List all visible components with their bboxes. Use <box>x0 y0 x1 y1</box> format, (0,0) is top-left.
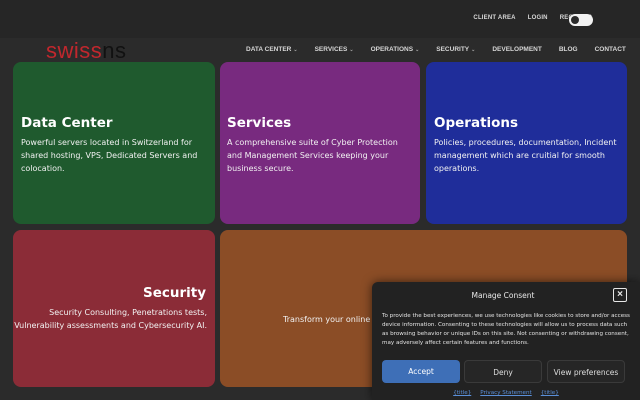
chevron-down-icon: ⌄ <box>415 47 420 53</box>
consent-dialog: Manage Consent × To provide the best exp… <box>372 282 640 400</box>
card-title: Operations <box>434 115 519 131</box>
nav-item-blog[interactable]: BLOG <box>559 46 578 53</box>
card-description: Policies, procedures, documentation, Inc… <box>434 138 617 173</box>
card-description: A comprehensive suite of Cyber Protectio… <box>227 138 398 173</box>
accept-button[interactable]: Accept <box>382 360 460 383</box>
chevron-down-icon: ⌄ <box>471 47 476 53</box>
card-title: Data Center <box>21 115 113 131</box>
deny-button[interactable]: Deny <box>464 360 542 383</box>
card-description: Security Consulting, Penetrations tests,… <box>14 308 207 330</box>
close-icon[interactable]: × <box>613 288 627 302</box>
main-nav: DATA CENTER ⌄ SERVICES ⌄ OPERATIONS ⌄ SECUR… <box>246 46 640 53</box>
card-security[interactable]: Security Security Consulting, Penetratio… <box>13 230 215 387</box>
nav-label: SERVICES <box>314 46 348 53</box>
consent-links: {title} Privacy Statement {title} <box>372 390 640 396</box>
login-link[interactable]: LOGIN <box>528 15 548 21</box>
card-title: Services <box>227 115 292 131</box>
chevron-down-icon: ⌄ <box>349 47 354 53</box>
logo-part-ns: ns <box>102 38 127 63</box>
chevron-down-icon: ⌄ <box>293 47 298 53</box>
card-services[interactable]: Services A comprehensive suite of Cyber … <box>220 62 420 224</box>
nav-label: BLOG <box>558 46 578 53</box>
nav-item-operations[interactable]: OPERATIONS ⌄ <box>371 46 420 53</box>
nav-label: CONTACT <box>594 46 626 53</box>
card-operations[interactable]: Operations Policies, procedures, documen… <box>426 62 627 224</box>
nav-label: DEVELOPMENT <box>492 46 542 53</box>
card-description: Powerful servers located in Switzerland … <box>21 138 198 173</box>
privacy-statement-link[interactable]: Privacy Statement <box>480 390 531 396</box>
client-area-link[interactable]: CLIENT AREA <box>473 15 515 21</box>
card-title: Security <box>142 285 206 301</box>
top-bar: CLIENT AREA LOGIN REGISTER <box>0 0 640 38</box>
consent-link-title-1[interactable]: {title} <box>453 390 471 396</box>
nav-item-security[interactable]: SECURITY ⌄ <box>436 46 475 53</box>
view-preferences-button[interactable]: View preferences <box>547 360 625 383</box>
logo[interactable]: swissns <box>46 38 127 64</box>
nav-label: DATA CENTER <box>246 46 292 53</box>
logo-part-swiss: swiss <box>46 38 103 63</box>
nav-label: SECURITY <box>436 46 470 53</box>
nav-item-data-center[interactable]: DATA CENTER ⌄ <box>246 46 298 53</box>
theme-toggle[interactable] <box>569 14 593 26</box>
consent-title: Manage Consent <box>471 291 535 300</box>
consent-link-title-2[interactable]: {title} <box>541 390 559 396</box>
nav-label: OPERATIONS <box>370 46 414 53</box>
nav-item-contact[interactable]: CONTACT <box>595 46 626 53</box>
nav-item-development[interactable]: DEVELOPMENT <box>492 46 541 53</box>
nav-item-services[interactable]: SERVICES ⌄ <box>315 46 354 53</box>
card-data-center[interactable]: Data Center Powerful servers located in … <box>13 62 215 224</box>
consent-text: To provide the best experiences, we use … <box>382 313 630 346</box>
toggle-knob <box>571 16 579 24</box>
